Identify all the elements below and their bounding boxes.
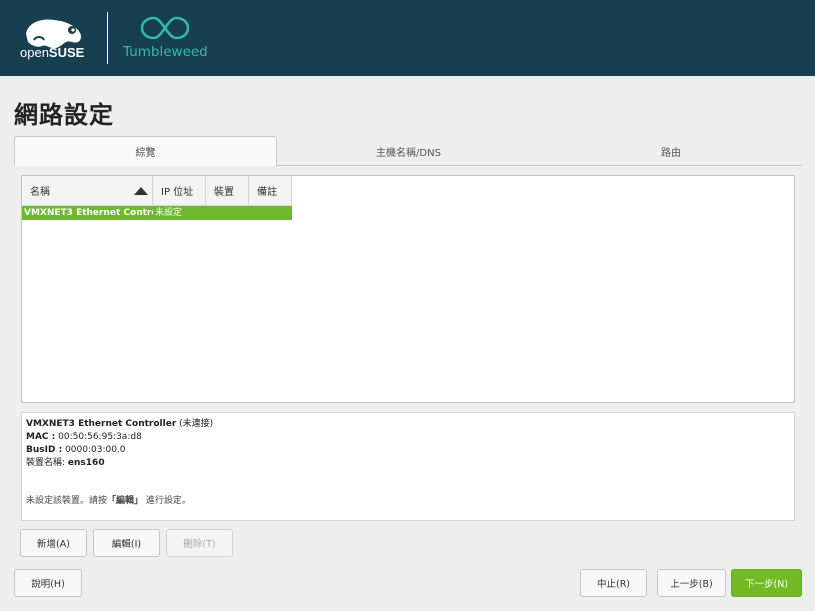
- opensuse-wordmark: openSUSE: [20, 45, 85, 60]
- details-device-label: 裝置名稱:: [26, 458, 66, 468]
- details-title-line: VMXNET3 Ethernet Controller (未連接): [26, 418, 790, 431]
- device-table: 名稱 IP 位址 裝置 備註 VMXNET3 Ethernet Controll…: [21, 175, 795, 403]
- header-divider: [107, 12, 108, 64]
- edit-button[interactable]: 編輯(I): [93, 529, 160, 557]
- help-button[interactable]: 說明(H): [14, 569, 82, 597]
- cell-ip: 未設定: [155, 208, 183, 218]
- details-note-pre: 未設定該裝置。請按: [26, 496, 108, 506]
- details-note-strong: 「編輯」: [107, 496, 144, 506]
- column-header-device[interactable]: 裝置: [206, 176, 249, 206]
- add-button[interactable]: 新增(A): [20, 529, 87, 557]
- column-header-note-label: 備註: [257, 187, 277, 198]
- details-device-value: ens160: [67, 458, 105, 468]
- next-button[interactable]: 下一步(N): [731, 569, 802, 597]
- delete-button[interactable]: 刪除(T): [166, 529, 233, 557]
- column-header-note[interactable]: 備註: [249, 176, 292, 206]
- details-note-post: 進行設定。: [145, 496, 191, 506]
- details-title: VMXNET3 Ethernet Controller: [26, 419, 177, 429]
- page-title: 網路設定: [14, 101, 114, 129]
- cell-device: [206, 206, 249, 220]
- column-header-name[interactable]: 名稱: [22, 176, 153, 206]
- details-busid-label: BusID :: [26, 445, 63, 455]
- tab-routing-label: 路由: [661, 147, 681, 159]
- details-mac-value: 00:50:56:95:3a:d8: [58, 432, 142, 442]
- column-header-name-label: 名稱: [30, 187, 50, 198]
- edition-name: Tumbleweed: [123, 44, 208, 60]
- device-details-panel: VMXNET3 Ethernet Controller (未連接) MAC : …: [21, 412, 795, 521]
- tab-overview[interactable]: 綜覽: [14, 136, 277, 166]
- details-busid-value: 0000:03:00.0: [65, 445, 126, 455]
- details-device-line: 裝置名稱: ens160: [26, 457, 790, 470]
- tab-hostname-dns-label: 主機名稱/DNS: [376, 147, 441, 159]
- abort-button[interactable]: 中止(R): [580, 569, 647, 597]
- column-header-ip-label: IP 位址: [161, 187, 194, 198]
- back-button[interactable]: 上一步(B): [657, 569, 726, 597]
- details-status: (未連接): [179, 419, 214, 429]
- tab-overview-label: 綜覽: [135, 148, 156, 159]
- tumbleweed-infinity-icon: [140, 16, 190, 40]
- cell-note: [249, 206, 292, 220]
- details-mac-label: MAC :: [26, 432, 56, 442]
- column-header-ip[interactable]: IP 位址: [153, 176, 206, 206]
- tab-hostname-dns[interactable]: 主機名稱/DNS: [277, 136, 540, 166]
- table-header: 名稱 IP 位址 裝置 備註: [22, 176, 292, 206]
- cell-name: VMXNET3 Ethernet Controller: [24, 208, 153, 218]
- tab-routing[interactable]: 路由: [540, 136, 802, 166]
- header-bar: openSUSE Tumbleweed: [0, 0, 815, 76]
- sort-ascending-icon: [134, 187, 148, 195]
- column-header-device-label: 裝置: [214, 187, 234, 198]
- details-mac-line: MAC : 00:50:56:95:3a:d8: [26, 431, 790, 444]
- table-row[interactable]: VMXNET3 Ethernet Controller 未設定: [22, 206, 292, 220]
- details-busid-line: BusID : 0000:03:00.0: [26, 444, 790, 457]
- tab-bar: 綜覽 主機名稱/DNS 路由: [14, 136, 802, 166]
- details-note: 未設定該裝置。請按「編輯」 進行設定。: [26, 495, 191, 508]
